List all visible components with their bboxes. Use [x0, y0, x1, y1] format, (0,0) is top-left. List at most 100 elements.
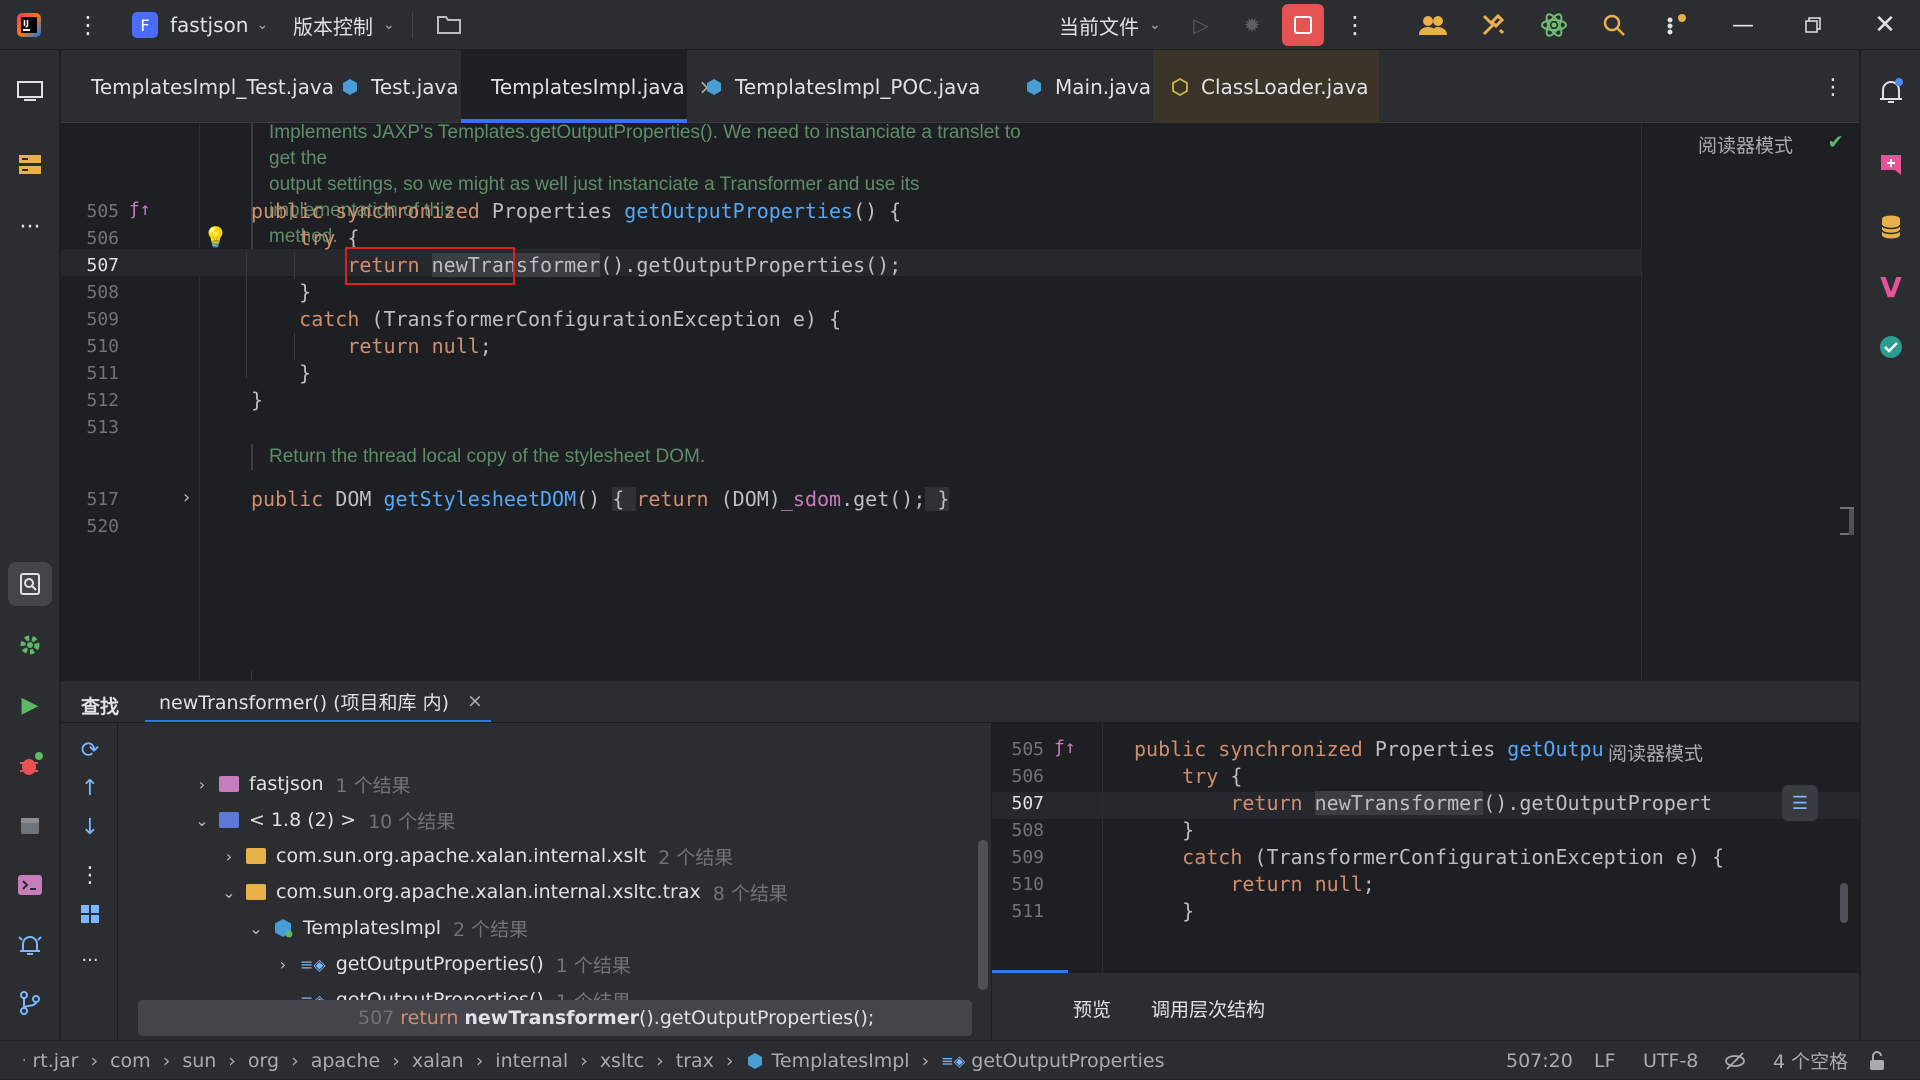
tab-main[interactable]: Main.java: [1007, 50, 1153, 123]
breadcrumb-item[interactable]: rt.jar: [32, 1050, 78, 1072]
line-number: 505: [1011, 739, 1044, 760]
run-tool-icon[interactable]: ▶: [13, 688, 47, 722]
breadcrumb-item[interactable]: com: [110, 1050, 151, 1072]
breadcrumb-item[interactable]: internal: [495, 1050, 568, 1072]
tree-node-method[interactable]: › ≡◈ getOutputProperties() 1 个结果: [272, 946, 631, 982]
notifications-icon[interactable]: [1874, 74, 1908, 108]
tab-test[interactable]: Test.java: [323, 50, 461, 123]
file-encoding[interactable]: UTF-8: [1643, 1041, 1698, 1080]
tab-templatesimpl[interactable]: TemplatesImpl.java ×: [461, 50, 715, 123]
breadcrumb-item[interactable]: xalan: [412, 1050, 464, 1072]
project-view-icon[interactable]: [13, 74, 47, 108]
indent-setting[interactable]: 4 个空格: [1773, 1041, 1848, 1080]
vue-plugin-icon[interactable]: V: [1874, 270, 1908, 304]
minimize-icon[interactable]: —: [1726, 8, 1760, 42]
line-number: 505: [86, 201, 119, 222]
tree-node-package[interactable]: ⌄ com.sun.org.apache.xalan.internal.xslt…: [218, 874, 788, 910]
status-bar: · rt.jar › com › sun › org › apache › xalan › …: [0, 1040, 1920, 1079]
notifications-bell-icon[interactable]: [13, 928, 47, 962]
more-icon[interactable]: ···: [73, 943, 107, 977]
soft-wrap-icon[interactable]: ☰: [1782, 785, 1818, 821]
codeium-check-icon[interactable]: [1874, 330, 1908, 364]
find-tool-icon[interactable]: [8, 562, 52, 606]
find-query-tab[interactable]: newTransformer() (项目和库 内) ×: [145, 680, 497, 722]
highlight-box: [345, 247, 515, 285]
updates-icon[interactable]: [1659, 8, 1693, 42]
tab-templatesimpl-test[interactable]: TemplatesImpl_Test.java: [61, 50, 334, 123]
tab-templatesimpl-poc[interactable]: TemplatesImpl_POC.java: [687, 50, 1007, 123]
breadcrumb-item[interactable]: apache: [311, 1050, 381, 1072]
git-icon[interactable]: [13, 986, 47, 1020]
tree-scrollbar[interactable]: [978, 840, 988, 990]
code-line: }: [251, 280, 312, 304]
hidden-eye-icon[interactable]: [1724, 1041, 1746, 1080]
breadcrumb-item[interactable]: trax: [676, 1050, 714, 1072]
vcs-selector[interactable]: 版本控制 ⌄: [293, 0, 395, 50]
chevron-down-icon: ⌄: [256, 17, 269, 33]
usage-result-row[interactable]: 507 return newTransformer ().getOutputPr…: [138, 1000, 972, 1036]
preview-reader-mode-label[interactable]: 阅读器模式: [1602, 739, 1710, 766]
reader-mode-label[interactable]: 阅读器模式: [1698, 131, 1793, 158]
group-by-icon[interactable]: [73, 897, 107, 931]
database-tool-icon[interactable]: [13, 808, 47, 842]
debug-icon[interactable]: ✹: [1235, 8, 1269, 42]
close-window-icon[interactable]: ✕: [1868, 8, 1902, 42]
next-occurrence-icon[interactable]: ↓: [73, 810, 107, 844]
project-selector[interactable]: F fastjson ⌄: [132, 0, 268, 50]
tab-call-hierarchy[interactable]: 调用层次结构: [1151, 995, 1265, 1022]
debug-tool-icon[interactable]: [13, 748, 47, 782]
tree-node-class[interactable]: ⌄ TemplatesImpl 2 个结果: [245, 910, 528, 946]
close-tab-icon[interactable]: ×: [467, 690, 483, 712]
tree-label: com.sun.org.apache.xalan.internal.xslt: [276, 845, 647, 867]
line-number: 520: [86, 516, 119, 537]
implements-marker-icon[interactable]: ƒ↑: [129, 199, 151, 220]
run-config-selector[interactable]: 当前文件 ⌄: [1059, 0, 1161, 50]
jetbrains-ai-icon[interactable]: [1874, 148, 1908, 182]
terminal-icon[interactable]: [13, 868, 47, 902]
fold-expand-icon[interactable]: ›: [181, 487, 192, 508]
tree-node-project[interactable]: › fastjson 1 个结果: [191, 766, 411, 802]
rerun-search-icon[interactable]: ⟳: [73, 733, 107, 767]
restore-icon[interactable]: [1796, 8, 1830, 42]
breadcrumb-item[interactable]: xsltc: [600, 1050, 644, 1072]
structure-icon[interactable]: [13, 148, 47, 182]
lightbulb-icon[interactable]: 💡: [203, 225, 228, 249]
editor-tabs: TemplatesImpl_Test.java Test.java Templa…: [61, 50, 1859, 123]
search-icon[interactable]: [1597, 8, 1631, 42]
tree-node-jdk[interactable]: ⌄ < 1.8 (2) > 10 个结果: [191, 802, 455, 838]
chevron-right-icon: ›: [580, 1049, 588, 1072]
preview-pane[interactable]: 505 506 507 508 509 510 511 ƒ↑ public sy…: [992, 723, 1859, 973]
line-number: 509: [1011, 847, 1044, 868]
breadcrumb-item[interactable]: getOutputProperties: [971, 1050, 1164, 1072]
chevron-right-icon: ›: [725, 1049, 734, 1072]
tab-classloader[interactable]: ClassLoader.java: [1153, 50, 1379, 123]
breadcrumb-item[interactable]: org: [248, 1050, 279, 1072]
stop-button[interactable]: [1282, 4, 1324, 46]
ai-assistant-icon[interactable]: [1537, 8, 1571, 42]
preview-scrollbar[interactable]: [1840, 883, 1848, 923]
tab-preview[interactable]: 预览: [1073, 995, 1111, 1022]
breadcrumb-item[interactable]: TemplatesImpl: [772, 1050, 910, 1072]
breadcrumb-item[interactable]: sun: [182, 1050, 216, 1072]
database-icon[interactable]: [1874, 210, 1908, 244]
intellij-logo-icon[interactable]: IJ: [12, 8, 46, 42]
line-separator[interactable]: LF: [1594, 1041, 1616, 1080]
main-menu-icon[interactable]: ⋮: [71, 8, 105, 42]
tab-actions-icon[interactable]: ⋮: [1816, 70, 1850, 104]
tab-label: TemplatesImpl_POC.java: [735, 74, 981, 99]
caret-position[interactable]: 507:20: [1506, 1041, 1573, 1080]
build-tools-icon[interactable]: [1476, 8, 1510, 42]
tree-node-package[interactable]: › com.sun.org.apache.xalan.internal.xslt…: [218, 838, 733, 874]
code-editor[interactable]: 阅读器模式 ✔ Implements JAXP's Templates.getO…: [61, 123, 1859, 680]
run-icon[interactable]: ▷: [1184, 8, 1218, 42]
run-config-label: 当前文件: [1059, 14, 1139, 39]
chevron-down-icon: ⌄: [222, 882, 236, 902]
more-actions-icon[interactable]: ⋮: [1338, 8, 1372, 42]
services-icon[interactable]: [13, 628, 47, 662]
find-options-icon[interactable]: ⋮: [73, 858, 107, 892]
code-with-me-icon[interactable]: [1416, 8, 1450, 42]
previous-occurrence-icon[interactable]: ↑: [73, 771, 107, 805]
read-only-lock-icon[interactable]: [1868, 1041, 1886, 1080]
more-tools-icon[interactable]: ···: [13, 210, 47, 244]
folder-icon[interactable]: [432, 8, 466, 42]
